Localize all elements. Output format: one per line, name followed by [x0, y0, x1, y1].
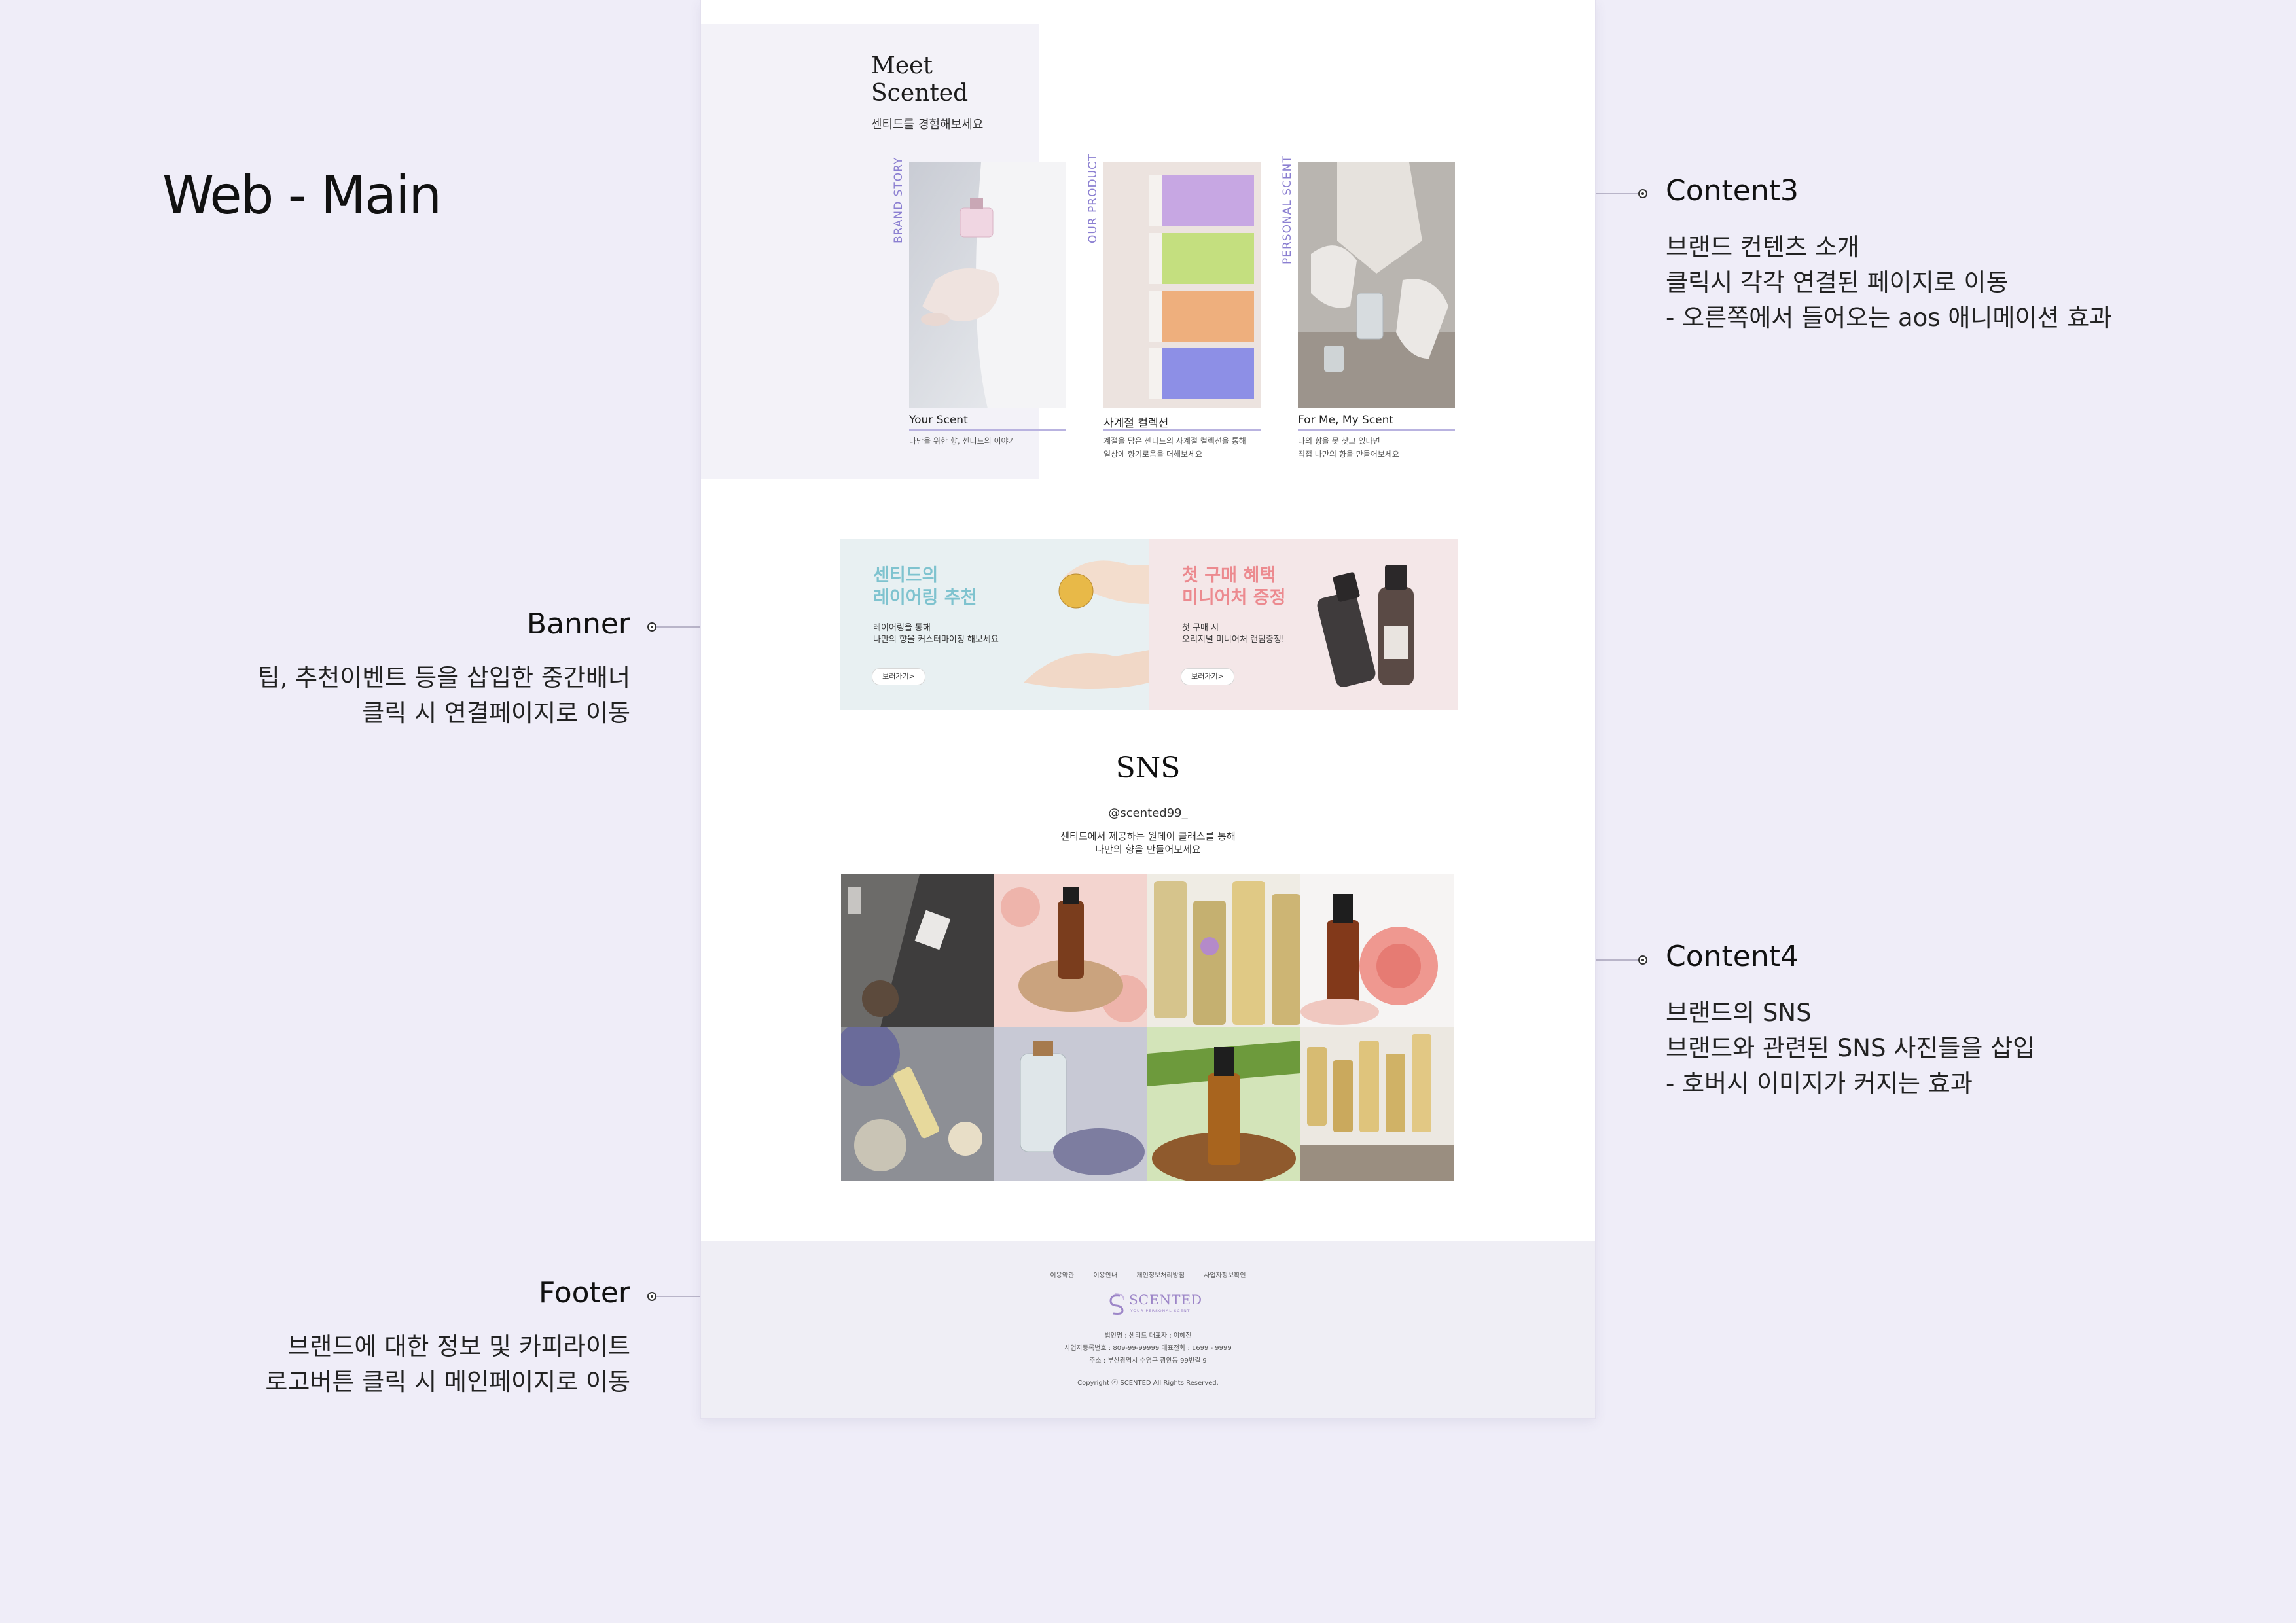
footer-link-terms[interactable]: 이용약관 [1050, 1272, 1074, 1279]
content4-dot [1638, 955, 1647, 965]
card-description-line: 계절을 담은 센티드의 사계절 컬렉션을 통해 [1103, 437, 1246, 446]
content3-dot [1638, 189, 1647, 198]
footer-link-business-info[interactable]: 사업자정보확인 [1204, 1272, 1246, 1279]
sns-title: SNS [1115, 751, 1181, 785]
content3-annotation-title: Content3 [1666, 174, 1799, 207]
sns-photo[interactable] [841, 874, 994, 1027]
footer-link-privacy[interactable]: 개인정보처리방침 [1136, 1272, 1185, 1279]
banner-heading-line: 레이어링 추천 [873, 588, 977, 608]
card-description: 나만을 위한 향, 센티드의 이야기 [909, 435, 1016, 448]
footer-logo-tagline: YOUR PERSONAL SCENT [1130, 1309, 1191, 1313]
card-description-line: 직접 나만의 향을 만들어보세요 [1298, 450, 1399, 459]
banner-body-line: 첫 구매 시 [1182, 623, 1219, 633]
footer-company-info: 법인명 : 센티드 대표자 : 이혜진 사업자등록번호 : 809-99-999… [701, 1330, 1595, 1367]
footer-links: 이용약관 이용안내 개인정보처리방침 사업자정보확인 [701, 1270, 1595, 1279]
banner-body-line: 나만의 향을 커스터마이징 해보세요 [873, 635, 999, 645]
content4-annotation-line: 브랜드와 관련된 SNS 사진들을 삽입 [1666, 1034, 2036, 1062]
content4-annotation-line: - 호버시 이미지가 커지는 효과 [1666, 1069, 1973, 1097]
banner-annotation: Banner 팁, 추천이벤트 등을 삽입한 중간배너 클릭 시 연결페이지로 … [258, 607, 630, 731]
banner-heading-line: 첫 구매 혜택 [1182, 565, 1276, 586]
content3-annotation-line: 브랜드 컨텐츠 소개 [1666, 233, 1859, 261]
card-description-line: 일상에 향기로움을 더해보세요 [1103, 450, 1203, 459]
sns-photo[interactable] [994, 1027, 1147, 1181]
banner-connector [656, 626, 701, 628]
web-main-frame: Meet Scented 센티드를 경험해보세요 BRAND STORY You… [701, 0, 1595, 1418]
footer-link-guide[interactable]: 이용안내 [1093, 1272, 1117, 1279]
layering-banner-body: 레이어링을 통해 나만의 향을 커스터마이징 해보세요 [873, 622, 999, 646]
footer-logo[interactable]: SCENTED YOUR PERSONAL SCENT [1105, 1291, 1202, 1319]
first-purchase-banner-heading: 첫 구매 혜택 미니어처 증정 [1182, 565, 1285, 609]
footer-annotation: Footer 브랜드에 대한 정보 및 카피라이트 로고버튼 클릭 시 메인페이… [265, 1276, 630, 1400]
sns-handle[interactable]: @scented99_ [701, 806, 1595, 820]
card-divider [1103, 429, 1261, 431]
sns-photo[interactable] [1147, 1027, 1300, 1181]
footer-dot [647, 1292, 656, 1301]
footer-info-line: 주소 : 부산광역시 수영구 광안동 99번길 9 [1089, 1357, 1207, 1364]
card-divider [909, 429, 1066, 431]
meet-subtitle: 센티드를 경험해보세요 [871, 118, 984, 132]
card-description: 나의 향을 못 찾고 있다면 직접 나만의 향을 만들어보세요 [1298, 435, 1399, 461]
sns-description-line: 센티드에서 제공하는 원데이 클래스를 통해 [1060, 830, 1236, 842]
footer-annotation-line: 브랜드에 대한 정보 및 카피라이트 [287, 1332, 630, 1361]
card-description: 계절을 담은 센티드의 사계절 컬렉션을 통해 일상에 향기로움을 더해보세요 [1103, 435, 1246, 461]
sns-photo[interactable] [994, 874, 1147, 1027]
banner-body-line: 레이어링을 통해 [873, 623, 931, 633]
banner-heading-line: 센티드의 [873, 565, 939, 586]
card-vertical-label: OUR PRODUCT [1086, 153, 1100, 243]
sns-photo[interactable] [1300, 874, 1454, 1027]
scented-logo-icon [1109, 1293, 1124, 1315]
card-description-line: 나의 향을 못 찾고 있다면 [1298, 437, 1380, 446]
content4-annotation-line: 브랜드의 SNS [1666, 999, 1812, 1027]
footer [701, 1241, 1595, 1418]
content3-connector [1595, 193, 1638, 194]
layering-banner-button[interactable]: 보러가기> [872, 668, 925, 685]
card-divider [1298, 429, 1455, 431]
meet-title-line: Scented [871, 80, 969, 107]
personal-scent-image[interactable] [1298, 162, 1455, 408]
card-vertical-label: BRAND STORY [892, 156, 905, 243]
footer-connector [656, 1296, 701, 1297]
card-description-line: 나만을 위한 향, 센티드의 이야기 [909, 437, 1016, 446]
banner-dot [647, 622, 656, 632]
content4-annotation-title: Content4 [1666, 940, 1799, 973]
footer-annotation-title: Footer [539, 1276, 630, 1310]
layering-banner[interactable]: 센티드의 레이어링 추천 레이어링을 통해 나만의 향을 커스터마이징 해보세요… [840, 539, 1149, 710]
content4-connector [1595, 959, 1638, 961]
footer-info-line: 법인명 : 센티드 대표자 : 이혜진 [1104, 1332, 1192, 1340]
first-purchase-banner-body: 첫 구매 시 오리지널 미니어처 랜덤증정! [1182, 622, 1285, 646]
card-title: For Me, My Scent [1298, 414, 1394, 427]
footer-annotation-line: 로고버튼 클릭 시 메인페이지로 이동 [265, 1368, 630, 1396]
brand-story-image[interactable] [909, 162, 1066, 408]
footer-logo-text: SCENTED [1129, 1292, 1203, 1308]
content3-annotation: Content3 브랜드 컨텐츠 소개 클릭시 각각 연결된 페이지로 이동 -… [1666, 174, 2111, 336]
banner-body-line: 오리지널 미니어처 랜덤증정! [1182, 635, 1285, 645]
layering-banner-heading: 센티드의 레이어링 추천 [873, 565, 977, 609]
banner-annotation-line: 클릭 시 연결페이지로 이동 [362, 699, 630, 727]
sns-description: 센티드에서 제공하는 원데이 클래스를 통해 나만의 향을 만들어보세요 [701, 830, 1595, 856]
card-title: 사계절 컬렉션 [1103, 417, 1169, 430]
banner-annotation-line: 팁, 추천이벤트 등을 삽입한 중간배너 [257, 664, 630, 692]
content3-annotation-line: 클릭시 각각 연결된 페이지로 이동 [1666, 268, 2009, 296]
meet-title-line: Meet [871, 52, 933, 79]
card-title: Your Scent [909, 414, 968, 427]
sns-photo[interactable] [841, 1027, 994, 1181]
sns-photo[interactable] [1300, 1027, 1454, 1181]
sns-description-line: 나만의 향을 만들어보세요 [1095, 844, 1201, 855]
first-purchase-banner[interactable]: 첫 구매 혜택 미니어처 증정 첫 구매 시 오리지널 미니어처 랜덤증정! 보… [1149, 539, 1458, 710]
page-label: Web - Main [162, 165, 442, 226]
content3-annotation-line: - 오른쪽에서 들어오는 aos 애니메이션 효과 [1666, 304, 2112, 332]
card-vertical-label: PERSONAL SCENT [1281, 155, 1294, 264]
our-product-image[interactable] [1103, 162, 1261, 408]
meet-title: Meet Scented [871, 52, 968, 107]
footer-copyright: Copyright ⓒ SCENTED All Rights Reserved. [1077, 1380, 1219, 1387]
banner-annotation-title: Banner [526, 607, 630, 641]
sns-photo[interactable] [1147, 874, 1300, 1027]
banner-heading-line: 미니어처 증정 [1182, 588, 1286, 608]
footer-info-line: 사업자등록번호 : 809-99-99999 대표전화 : 1699 - 999… [1064, 1345, 1232, 1352]
content4-annotation: Content4 브랜드의 SNS 브랜드와 관련된 SNS 사진들을 삽입 -… [1666, 940, 2035, 1101]
first-purchase-banner-button[interactable]: 보러가기> [1181, 668, 1234, 685]
